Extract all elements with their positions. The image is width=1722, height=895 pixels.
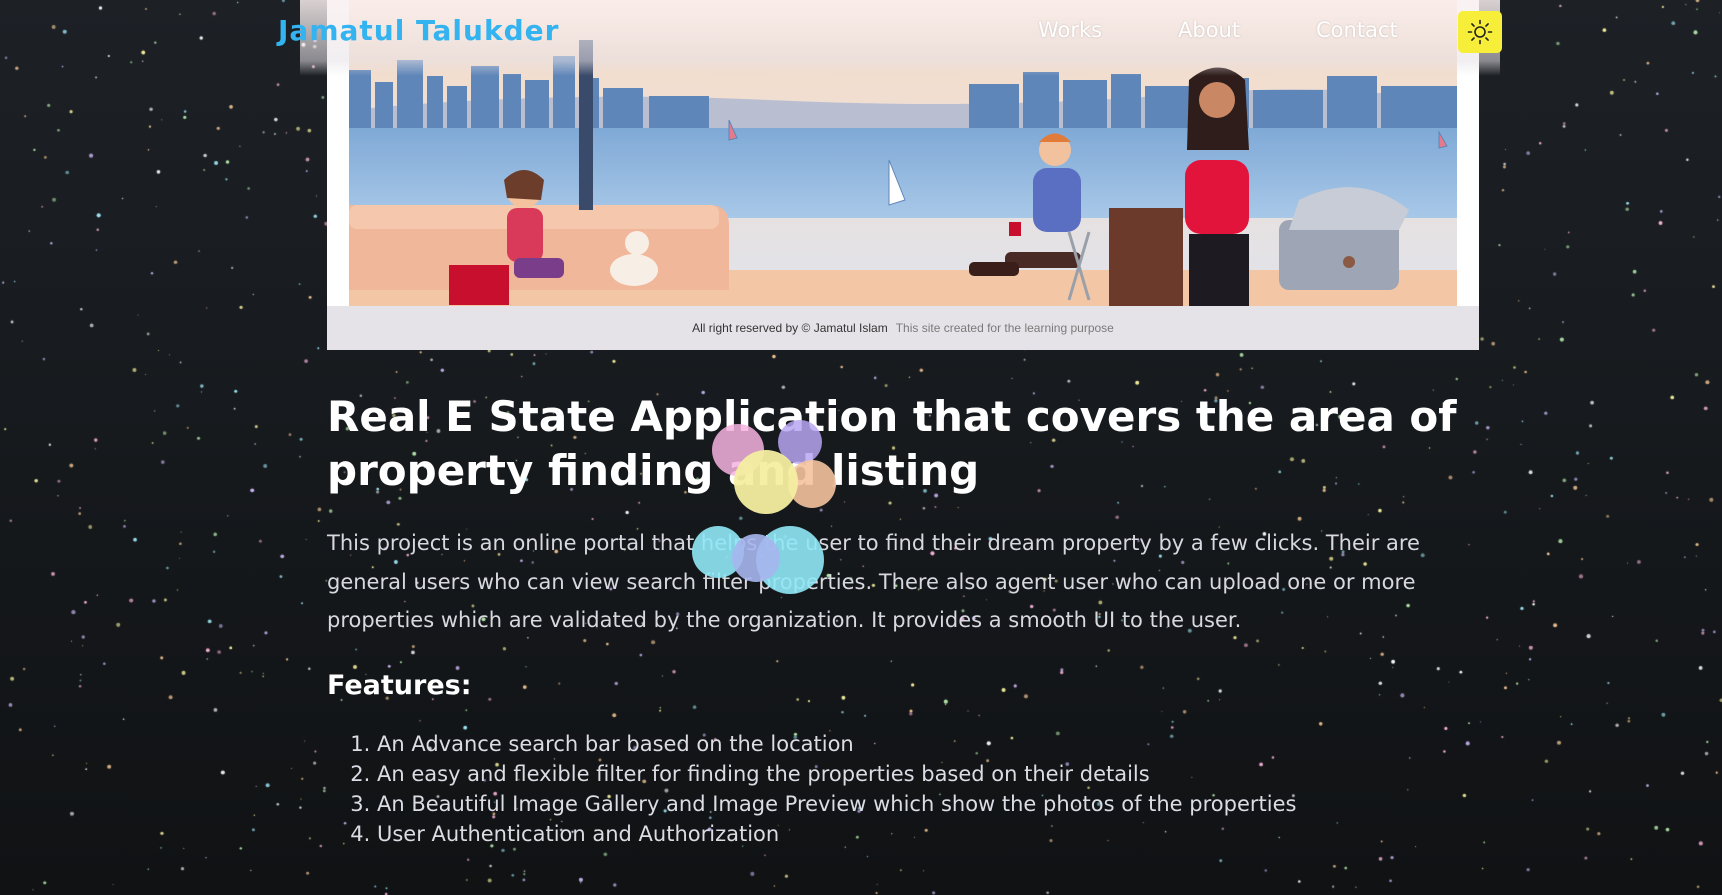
copyright-text: All right reserved by © Jamatul Islam — [692, 321, 888, 335]
nav-link-works[interactable]: Works — [1038, 18, 1102, 42]
top-navbar: Jamatul Talukder Works About Contact — [0, 0, 1722, 76]
brand-logo[interactable]: Jamatul Talukder — [278, 14, 559, 47]
footer-note: This site created for the learning purpo… — [895, 321, 1114, 335]
cursor-blob-trail — [692, 420, 836, 594]
project-description: This project is an online portal that he… — [327, 531, 1420, 632]
hero-footer: All right reserved by © Jamatul Islam Th… — [327, 306, 1479, 350]
theme-toggle-button[interactable] — [1458, 11, 1502, 53]
features-list: An Advance search bar based on the locat… — [327, 729, 1487, 849]
feature-item: An easy and flexible filter for finding … — [377, 759, 1487, 789]
nav-link-contact[interactable]: Contact — [1316, 18, 1398, 42]
sun-icon — [1467, 19, 1493, 45]
feature-item: User Authentication and Authorization — [377, 819, 1487, 849]
project-details: Real E State Application that covers the… — [327, 390, 1487, 849]
feature-item: An Advance search bar based on the locat… — [377, 729, 1487, 759]
nav-link-about[interactable]: About — [1178, 18, 1240, 42]
features-heading: Features: — [327, 669, 472, 701]
project-title: Real E State Application that covers the… — [327, 392, 1457, 495]
feature-item: An Beautiful Image Gallery and Image Pre… — [377, 789, 1487, 819]
